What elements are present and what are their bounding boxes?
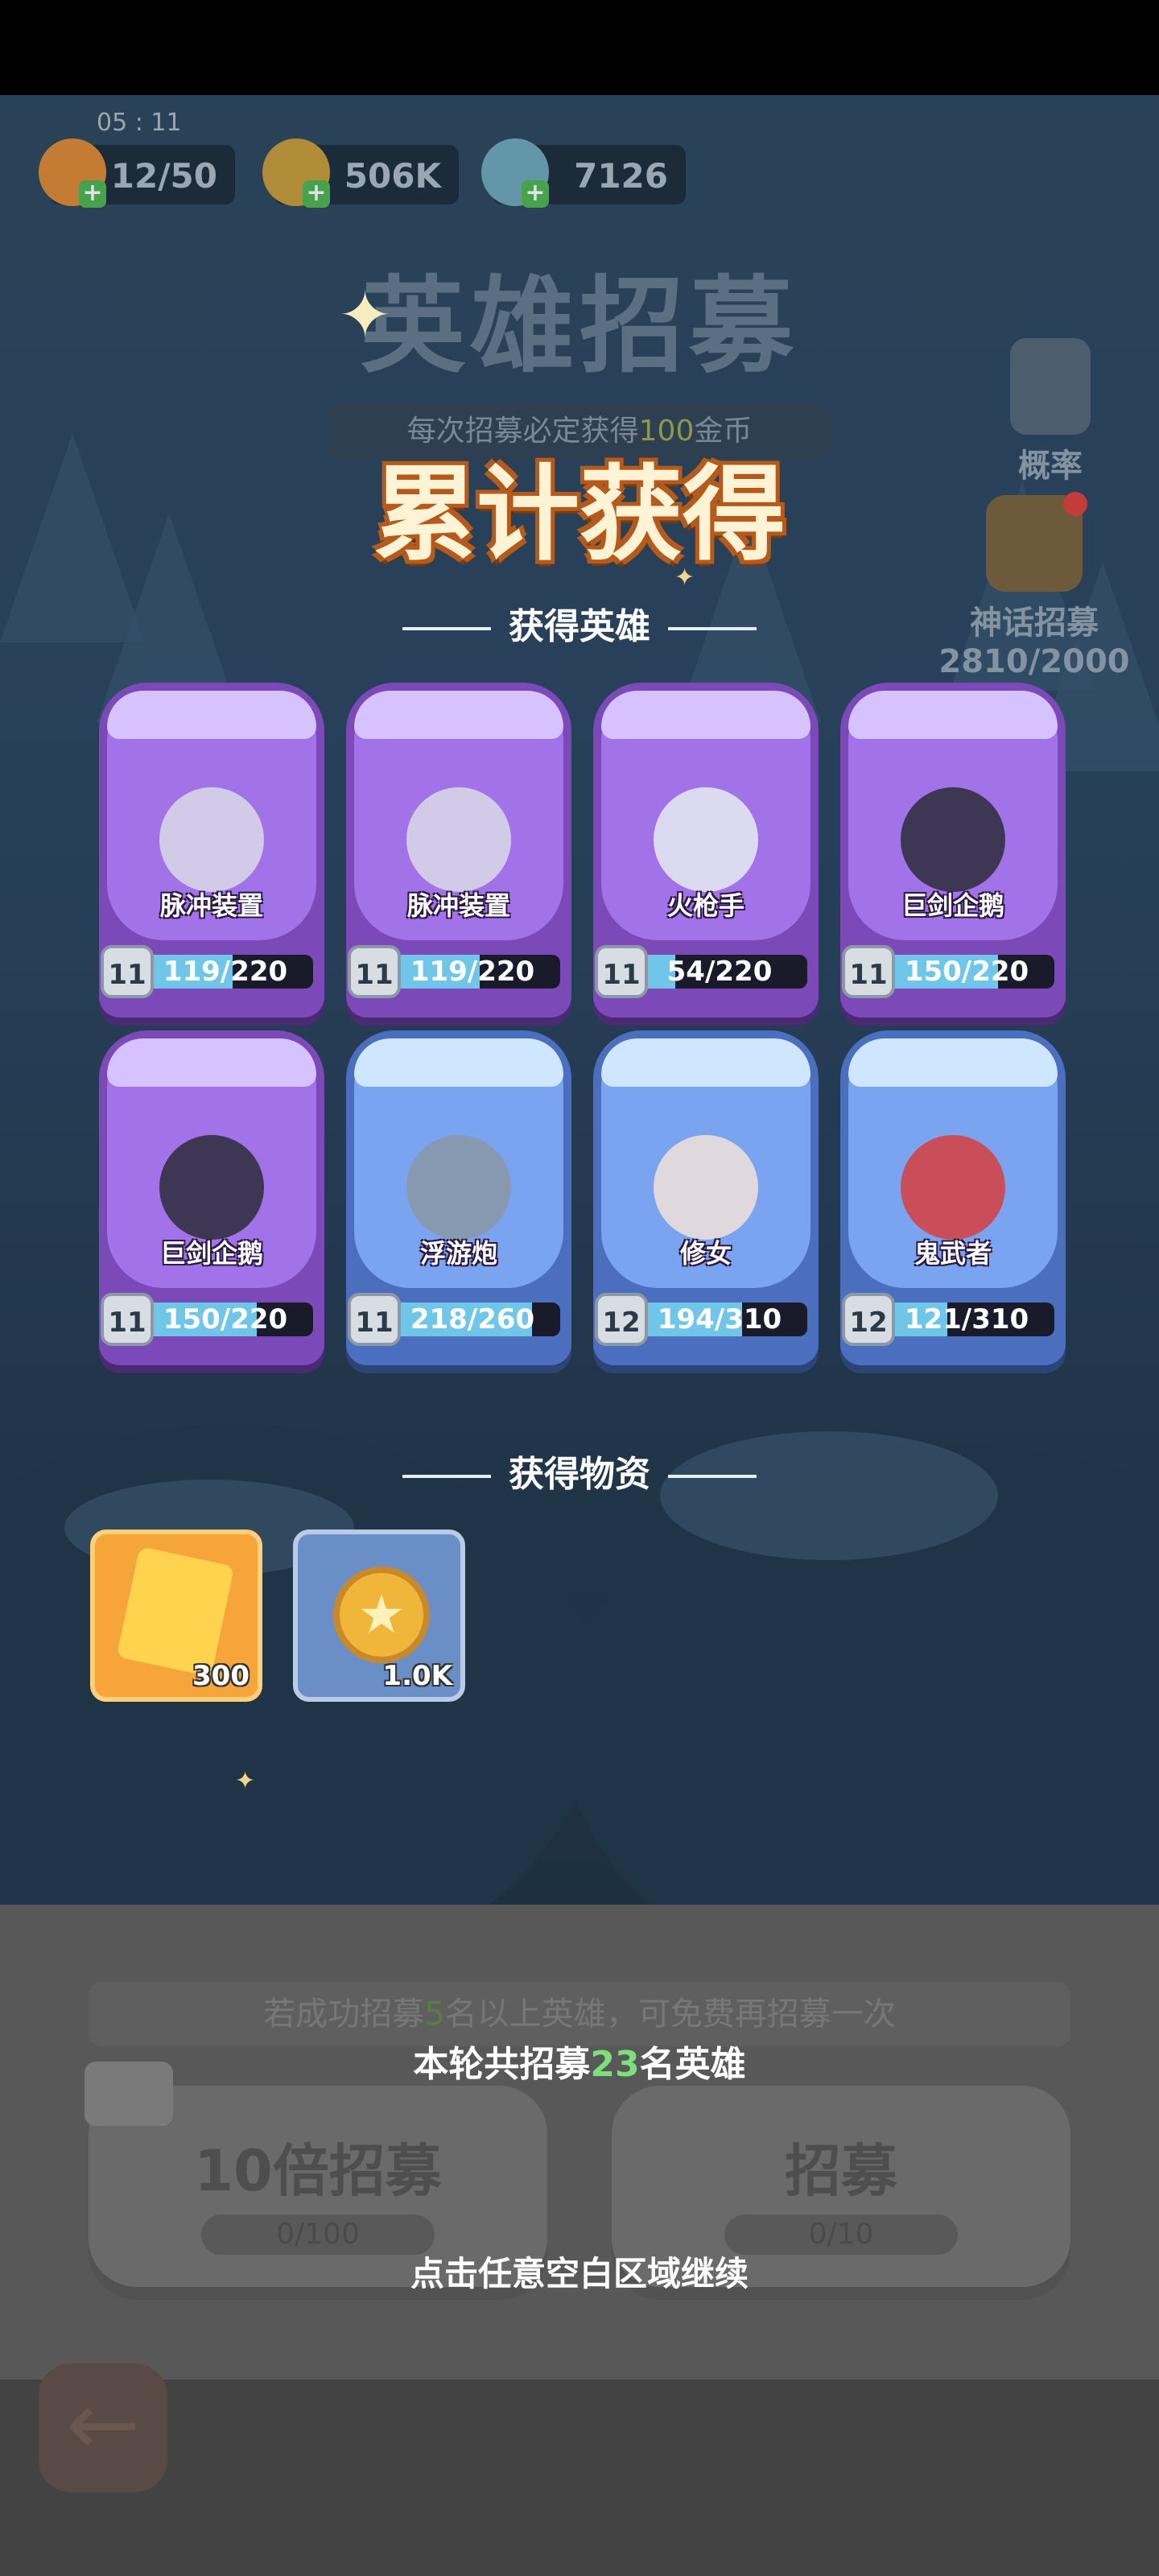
gem-counter[interactable]: + 7126 bbox=[481, 138, 686, 208]
hero-progress-text: 194/310 bbox=[657, 1303, 782, 1335]
hero-name: 巨剑企鹅 bbox=[901, 890, 1004, 921]
continue-hint[interactable]: 点击任意空白区域继续 bbox=[0, 2247, 1159, 2296]
item-amount: 1.0K bbox=[382, 1660, 452, 1692]
sword-penguin-icon bbox=[159, 1135, 264, 1240]
divider bbox=[668, 627, 757, 630]
level-badge: 11 bbox=[348, 945, 401, 998]
add-gold-icon[interactable]: + bbox=[303, 180, 330, 208]
bottom-panel: 若成功招募5名以上英雄，可免费再招募一次 本轮共招募23名英雄 10倍招募 0/… bbox=[0, 1905, 1159, 2576]
level-badge: 12 bbox=[595, 1293, 648, 1346]
back-arrow-icon[interactable]: ← bbox=[39, 2363, 167, 2492]
hero-card[interactable]: 脉冲装置 119/220 11 bbox=[346, 683, 571, 1018]
items-header: 获得物资 bbox=[0, 1445, 1159, 1496]
hero-progress-text: 218/260 bbox=[410, 1303, 535, 1335]
gold-counter[interactable]: + 506K bbox=[262, 138, 459, 208]
recruit-10x-label: 10倍招募 bbox=[194, 2138, 442, 2204]
hero-progress-bar: 54/220 bbox=[632, 955, 807, 989]
recruit-title: 英雄招募 bbox=[360, 265, 798, 387]
hero-progress-bar: 119/220 bbox=[138, 955, 313, 989]
sparkle-icon: ✦ bbox=[338, 278, 393, 353]
hero-card[interactable]: 浮游炮 218/260 11 bbox=[346, 1030, 571, 1365]
hero-progress-text: 54/220 bbox=[666, 956, 773, 988]
sparkle-icon: ✦ bbox=[674, 564, 695, 592]
hero-card[interactable]: 鬼武者 121/310 12 bbox=[840, 1030, 1066, 1365]
status-bar bbox=[0, 0, 1159, 95]
hero-card[interactable]: 修女 194/310 12 bbox=[593, 1030, 819, 1365]
level-badge: 11 bbox=[842, 945, 895, 998]
sparkle-icon: ✦ bbox=[235, 1767, 256, 1795]
oni-warrior-icon bbox=[901, 1135, 1005, 1240]
hero-progress-text: 121/310 bbox=[904, 1303, 1029, 1335]
hero-progress-bar: 121/310 bbox=[879, 1302, 1054, 1336]
stamina-value: 12/50 bbox=[110, 156, 217, 196]
document-icon bbox=[1010, 338, 1091, 435]
level-badge: 12 bbox=[842, 1293, 895, 1346]
hero-card[interactable]: 巨剑企鹅 150/220 11 bbox=[840, 683, 1066, 1018]
hero-progress-bar: 119/220 bbox=[385, 955, 560, 989]
floating-cannon-icon bbox=[406, 1135, 511, 1240]
divider bbox=[402, 627, 491, 630]
crystal-item[interactable]: 300 bbox=[90, 1530, 262, 1702]
crown-icon bbox=[85, 2062, 173, 2126]
divider bbox=[402, 1475, 491, 1478]
hero-progress-bar: 150/220 bbox=[138, 1302, 313, 1336]
hero-progress-text: 119/220 bbox=[163, 956, 288, 988]
hero-progress-bar: 194/310 bbox=[632, 1302, 807, 1336]
hero-card[interactable]: 脉冲装置 119/220 11 bbox=[99, 683, 324, 1018]
hero-name: 修女 bbox=[679, 1238, 732, 1269]
add-gem-icon[interactable]: + bbox=[522, 180, 549, 208]
stamina-counter[interactable]: + 12/50 bbox=[39, 138, 235, 208]
hero-progress-text: 119/220 bbox=[410, 956, 535, 988]
nun-icon bbox=[654, 1135, 758, 1240]
gem-value: 7126 bbox=[574, 156, 668, 196]
level-badge: 11 bbox=[101, 1293, 154, 1346]
hero-name: 鬼武者 bbox=[914, 1238, 992, 1269]
level-badge: 11 bbox=[101, 945, 154, 998]
hero-progress-bar: 150/220 bbox=[879, 955, 1054, 989]
hero-name: 浮游炮 bbox=[419, 1238, 497, 1269]
hero-progress-text: 150/220 bbox=[163, 1303, 288, 1335]
clock-time: 05 : 11 bbox=[97, 109, 182, 137]
hero-card[interactable]: 巨剑企鹅 150/220 11 bbox=[99, 1030, 324, 1365]
level-badge: 11 bbox=[595, 945, 648, 998]
recruit-count-text: 本轮共招募23名英雄 bbox=[413, 2044, 746, 2085]
coin-item[interactable]: ★ 1.0K bbox=[293, 1530, 465, 1702]
pulse-device-icon bbox=[159, 787, 264, 892]
hero-name: 火枪手 bbox=[666, 890, 744, 921]
hero-progress-text: 150/220 bbox=[904, 956, 1029, 988]
level-badge: 11 bbox=[348, 1293, 401, 1346]
gold-value: 506K bbox=[344, 156, 441, 196]
recruit-1x-label: 招募 bbox=[785, 2138, 897, 2204]
divider bbox=[668, 1475, 757, 1478]
hero-name: 脉冲装置 bbox=[406, 890, 510, 921]
item-amount: 300 bbox=[192, 1660, 250, 1692]
sword-penguin-icon bbox=[901, 787, 1005, 892]
star-icon: ★ bbox=[357, 1583, 406, 1645]
hero-card[interactable]: 火枪手 54/220 11 bbox=[593, 683, 819, 1018]
pulse-device-icon bbox=[406, 787, 511, 892]
hero-progress-bar: 218/260 bbox=[385, 1302, 560, 1336]
result-title: 累计获得 bbox=[373, 455, 786, 575]
musketeer-icon bbox=[654, 787, 758, 892]
add-stamina-icon[interactable]: + bbox=[79, 180, 106, 208]
hero-name: 巨剑企鹅 bbox=[159, 1238, 263, 1269]
hero-name: 脉冲装置 bbox=[159, 890, 263, 921]
heroes-header: 获得英雄 bbox=[0, 597, 1159, 649]
crystal-icon bbox=[116, 1546, 235, 1677]
